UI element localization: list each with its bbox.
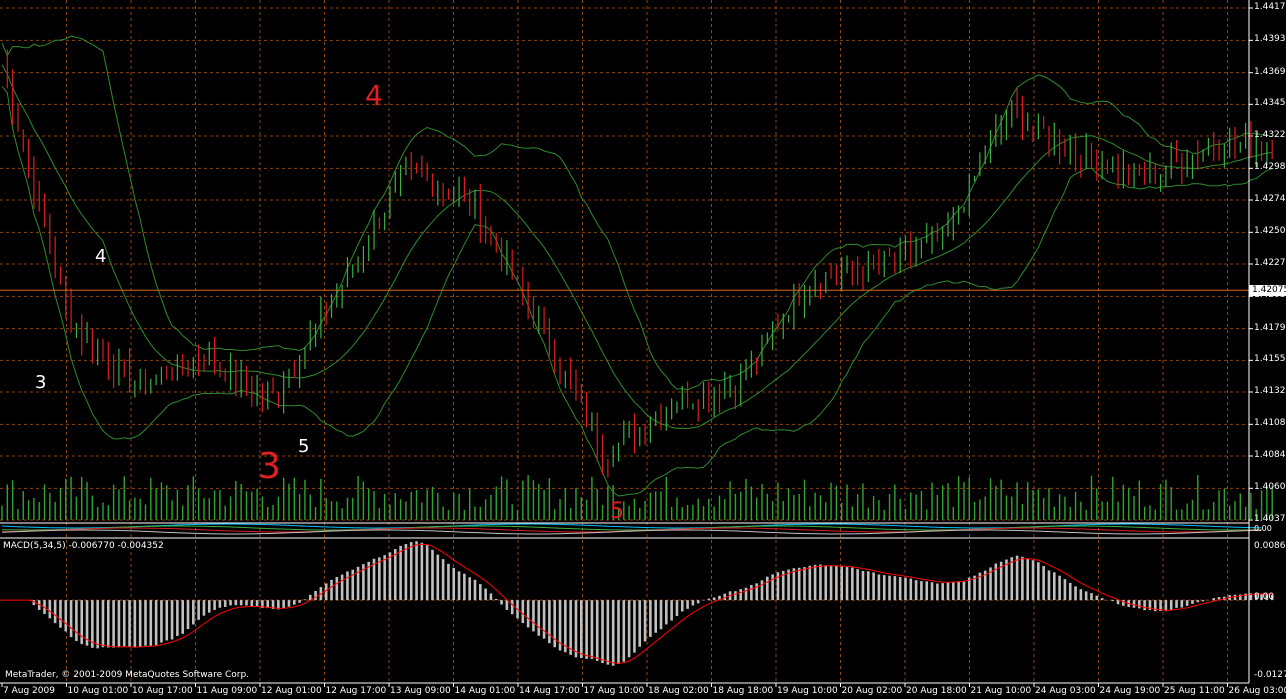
wave-annotation: 3: [258, 446, 281, 487]
price-tick-label: 1.40370: [1254, 514, 1286, 524]
time-tick-label: 12 Aug 17:00: [325, 686, 387, 696]
time-tick-label: 10 Aug 17:00: [132, 686, 193, 696]
bollinger-bands: [1, 35, 1273, 497]
time-tick-label: 13 Aug 09:00: [390, 686, 451, 696]
time-tick-label: 18 Aug 02:00: [648, 686, 709, 696]
price-chart[interactable]: 4433 55: [0, 0, 1286, 699]
time-tick-label: 17 Aug 10:00: [583, 686, 645, 696]
bollinger-middle: [1, 64, 1273, 430]
macd-axis-bottom: -0.012796: [1254, 670, 1286, 680]
price-tick-label: 1.44170: [1254, 2, 1286, 12]
metatrader-chart-window[interactable]: 443355 1.441701.439301.436901.434551.432…: [0, 0, 1286, 699]
time-tick-label: 11 Aug 09:00: [196, 686, 258, 696]
price-tick-label: 1.43455: [1254, 98, 1286, 109]
time-tick-label: 25 Aug 11:00: [1164, 686, 1225, 696]
price-tick-label: 1.42745: [1254, 194, 1286, 204]
macd-indicator: [0, 541, 1274, 666]
price-tick-label: 1.43930: [1254, 34, 1286, 45]
wave-annotation: 3: [35, 372, 46, 393]
time-tick-label: 14 Aug 01:00: [454, 686, 516, 696]
time-tick-label: 26 Aug 03:00: [1228, 686, 1286, 696]
wave-annotation: 4: [365, 79, 383, 112]
indicator-strip: [1, 523, 1262, 535]
strip-axis-label: 0.00: [1254, 524, 1272, 533]
volume-bars: [1, 475, 1273, 520]
bollinger-lower: [1, 86, 1273, 497]
wave-annotation: 5: [298, 436, 309, 457]
indicator-strip-line: [1, 529, 1262, 535]
price-tick-label: 1.40605: [1254, 482, 1286, 493]
price-tick-label: 1.42270: [1254, 258, 1286, 268]
time-tick-label: 20 Aug 02:00: [841, 686, 903, 696]
price-tick-label: 1.42505: [1254, 226, 1286, 237]
time-tick-label: 10 Aug 01:00: [67, 686, 129, 696]
time-tick-label: 19 Aug 10:00: [777, 686, 838, 696]
time-tick-label: 14 Aug 17:00: [519, 686, 580, 696]
price-tick-label: 1.41790: [1254, 322, 1286, 333]
bollinger-upper: [1, 35, 1273, 391]
wave-annotation: 5: [610, 499, 624, 524]
time-tick-label: 12 Aug 01:00: [261, 686, 322, 696]
macd-label: MACD(5,34,5) -0.006770 -0.004352: [3, 541, 164, 551]
macd-axis-top: 0.008670: [1254, 541, 1286, 551]
price-tick-label: 1.41555: [1254, 354, 1286, 365]
time-tick-label: 20 Aug 18:00: [906, 686, 967, 696]
time-tick-label: 18 Aug 18:00: [712, 686, 774, 696]
time-tick-label: 7 Aug 2009: [3, 686, 55, 696]
price-tick-label: 1.43220: [1254, 130, 1286, 140]
price-tick-label: 1.41320: [1254, 386, 1286, 396]
price-tick-label: 1.42980: [1254, 162, 1286, 173]
price-tick-label: 1.43690: [1254, 66, 1286, 77]
time-tick-label: 24 Aug 19:00: [1099, 686, 1161, 696]
macd-axis-zero: 0.00: [1254, 592, 1275, 602]
price-tick-label: 1.41080: [1254, 418, 1286, 429]
time-tick-label: 24 Aug 03:00: [1035, 686, 1096, 696]
wave-annotation: 4: [95, 246, 106, 267]
time-tick-label: 21 Aug 10:00: [970, 686, 1032, 696]
price-tick-label: 1.40845: [1254, 450, 1286, 460]
copyright-label: MetaTrader, © 2001-2009 MetaQuotes Softw…: [5, 670, 250, 680]
current-price-label: 1.42075: [1249, 285, 1286, 297]
